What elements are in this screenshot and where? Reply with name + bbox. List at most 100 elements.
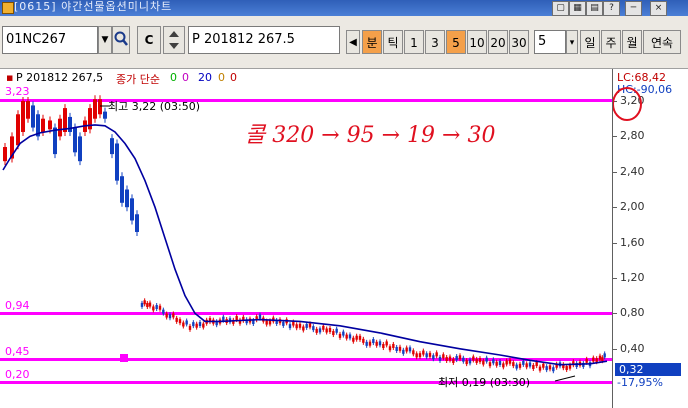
period-button-30[interactable]: 30 xyxy=(509,30,529,54)
candle-body xyxy=(385,341,388,346)
search-button[interactable] xyxy=(112,26,130,54)
candle-body xyxy=(78,136,82,162)
candle-body xyxy=(198,322,202,327)
candle-body xyxy=(315,328,318,333)
handwritten-annotation: 콜 320 → 95 → 19 → 30 xyxy=(245,123,496,148)
spin-button[interactable] xyxy=(163,26,185,54)
candle-body xyxy=(592,357,595,362)
candle-body xyxy=(598,355,602,360)
period-button-tick[interactable]: 틱 xyxy=(383,30,403,54)
candle-body xyxy=(542,363,545,368)
red-circle-mark xyxy=(613,87,642,121)
period-button-minute[interactable]: 분 xyxy=(362,30,382,54)
spin-arrows-icon xyxy=(169,31,179,49)
candle-body xyxy=(143,300,146,305)
prev-arrow-button[interactable]: ◀ xyxy=(346,30,360,54)
candle-body xyxy=(168,314,172,319)
window-title: [0615] 야간선물옵션미니차트 xyxy=(14,0,173,13)
candle-body xyxy=(532,364,535,369)
window-button-help[interactable]: ? xyxy=(603,1,620,16)
moving-average-line xyxy=(2,124,608,366)
code-dropdown-button[interactable]: ▼ xyxy=(98,26,112,54)
candle-body xyxy=(41,118,45,132)
window-button-grid[interactable]: ▦ xyxy=(569,1,586,16)
candle-body xyxy=(432,355,435,360)
candle-body xyxy=(288,324,292,329)
window-button-minimize[interactable]: ─ xyxy=(625,1,642,16)
candle-body xyxy=(172,313,175,318)
count-input[interactable]: 5 xyxy=(534,30,566,54)
candle-body xyxy=(358,335,362,340)
candle-body xyxy=(502,363,505,368)
candle-body xyxy=(392,343,395,348)
candle-body xyxy=(415,353,418,358)
period-button-1[interactable]: 1 xyxy=(404,30,424,54)
candle-body xyxy=(428,352,432,357)
candle-body xyxy=(485,357,488,362)
candle-body xyxy=(412,350,415,355)
candle-body xyxy=(158,305,162,310)
candle-body xyxy=(68,116,72,132)
candle-body xyxy=(465,360,468,365)
period-button-20[interactable]: 20 xyxy=(488,30,508,54)
candle-body xyxy=(48,120,52,130)
view-button-continuous[interactable]: 연속 xyxy=(643,30,681,54)
candle-body xyxy=(185,320,188,325)
candle-body xyxy=(195,323,198,328)
candle-body xyxy=(438,356,442,361)
candle-body xyxy=(192,322,195,327)
candle-body xyxy=(405,347,408,352)
candle-body xyxy=(505,360,508,365)
window-button-restore[interactable]: ▢ xyxy=(552,1,569,16)
candle-body xyxy=(3,147,7,162)
period-button-3[interactable]: 3 xyxy=(425,30,445,54)
candle-body xyxy=(175,317,178,322)
candle-body xyxy=(268,320,272,325)
candle-body xyxy=(298,323,302,328)
candle-body xyxy=(120,176,124,203)
candle-body xyxy=(308,323,312,328)
toolbar: 01NC267 ▼ C P 201812 267.5 ◀ 분 틱 1 3 5 1… xyxy=(0,16,688,69)
candle-body xyxy=(58,118,62,137)
candle-body xyxy=(318,328,322,333)
c-button[interactable]: C xyxy=(137,26,161,54)
instrument-field[interactable]: P 201812 267.5 xyxy=(188,26,340,54)
candle-body xyxy=(601,357,604,362)
high-annotation: 최고 3,22 (03:50) xyxy=(108,100,201,113)
period-button-5[interactable]: 5 xyxy=(446,30,466,54)
price-chart[interactable]: ▪ P 201812 267,5 종가 단순 0 0 20 0 0 3,23 0… xyxy=(0,69,612,408)
candle-body xyxy=(518,363,522,368)
candle-body xyxy=(548,365,552,370)
candle-body xyxy=(368,341,372,346)
code-input[interactable]: 01NC267 xyxy=(2,26,98,54)
candle-body xyxy=(515,364,518,369)
change-percent: -17,95% xyxy=(617,376,663,389)
view-button-month[interactable]: 월 xyxy=(622,30,642,54)
candle-body xyxy=(21,101,25,132)
period-button-10[interactable]: 10 xyxy=(467,30,487,54)
candle-body xyxy=(418,353,422,358)
candle-body xyxy=(498,360,502,365)
candle-body xyxy=(402,349,405,354)
view-button-day[interactable]: 일 xyxy=(580,30,600,54)
candle-body xyxy=(162,309,165,314)
candle-body xyxy=(422,350,425,355)
candle-body xyxy=(375,341,378,346)
candle-body xyxy=(335,328,338,333)
candle-body xyxy=(130,198,134,221)
candle-body xyxy=(342,331,345,336)
window-button-close[interactable]: × xyxy=(650,1,667,16)
candle-body xyxy=(146,303,149,308)
candle-body xyxy=(568,364,572,369)
candle-body xyxy=(475,358,478,363)
window-button-list[interactable]: ▤ xyxy=(586,1,603,16)
candle-body xyxy=(178,319,182,324)
candle-body xyxy=(325,328,328,333)
search-icon xyxy=(114,31,128,46)
candle-body xyxy=(408,347,412,352)
candle-body xyxy=(165,313,168,318)
view-button-week[interactable]: 주 xyxy=(601,30,621,54)
count-dropdown-button[interactable]: ▾ xyxy=(566,30,578,54)
candle-body xyxy=(395,346,398,351)
candle-body xyxy=(302,326,305,331)
